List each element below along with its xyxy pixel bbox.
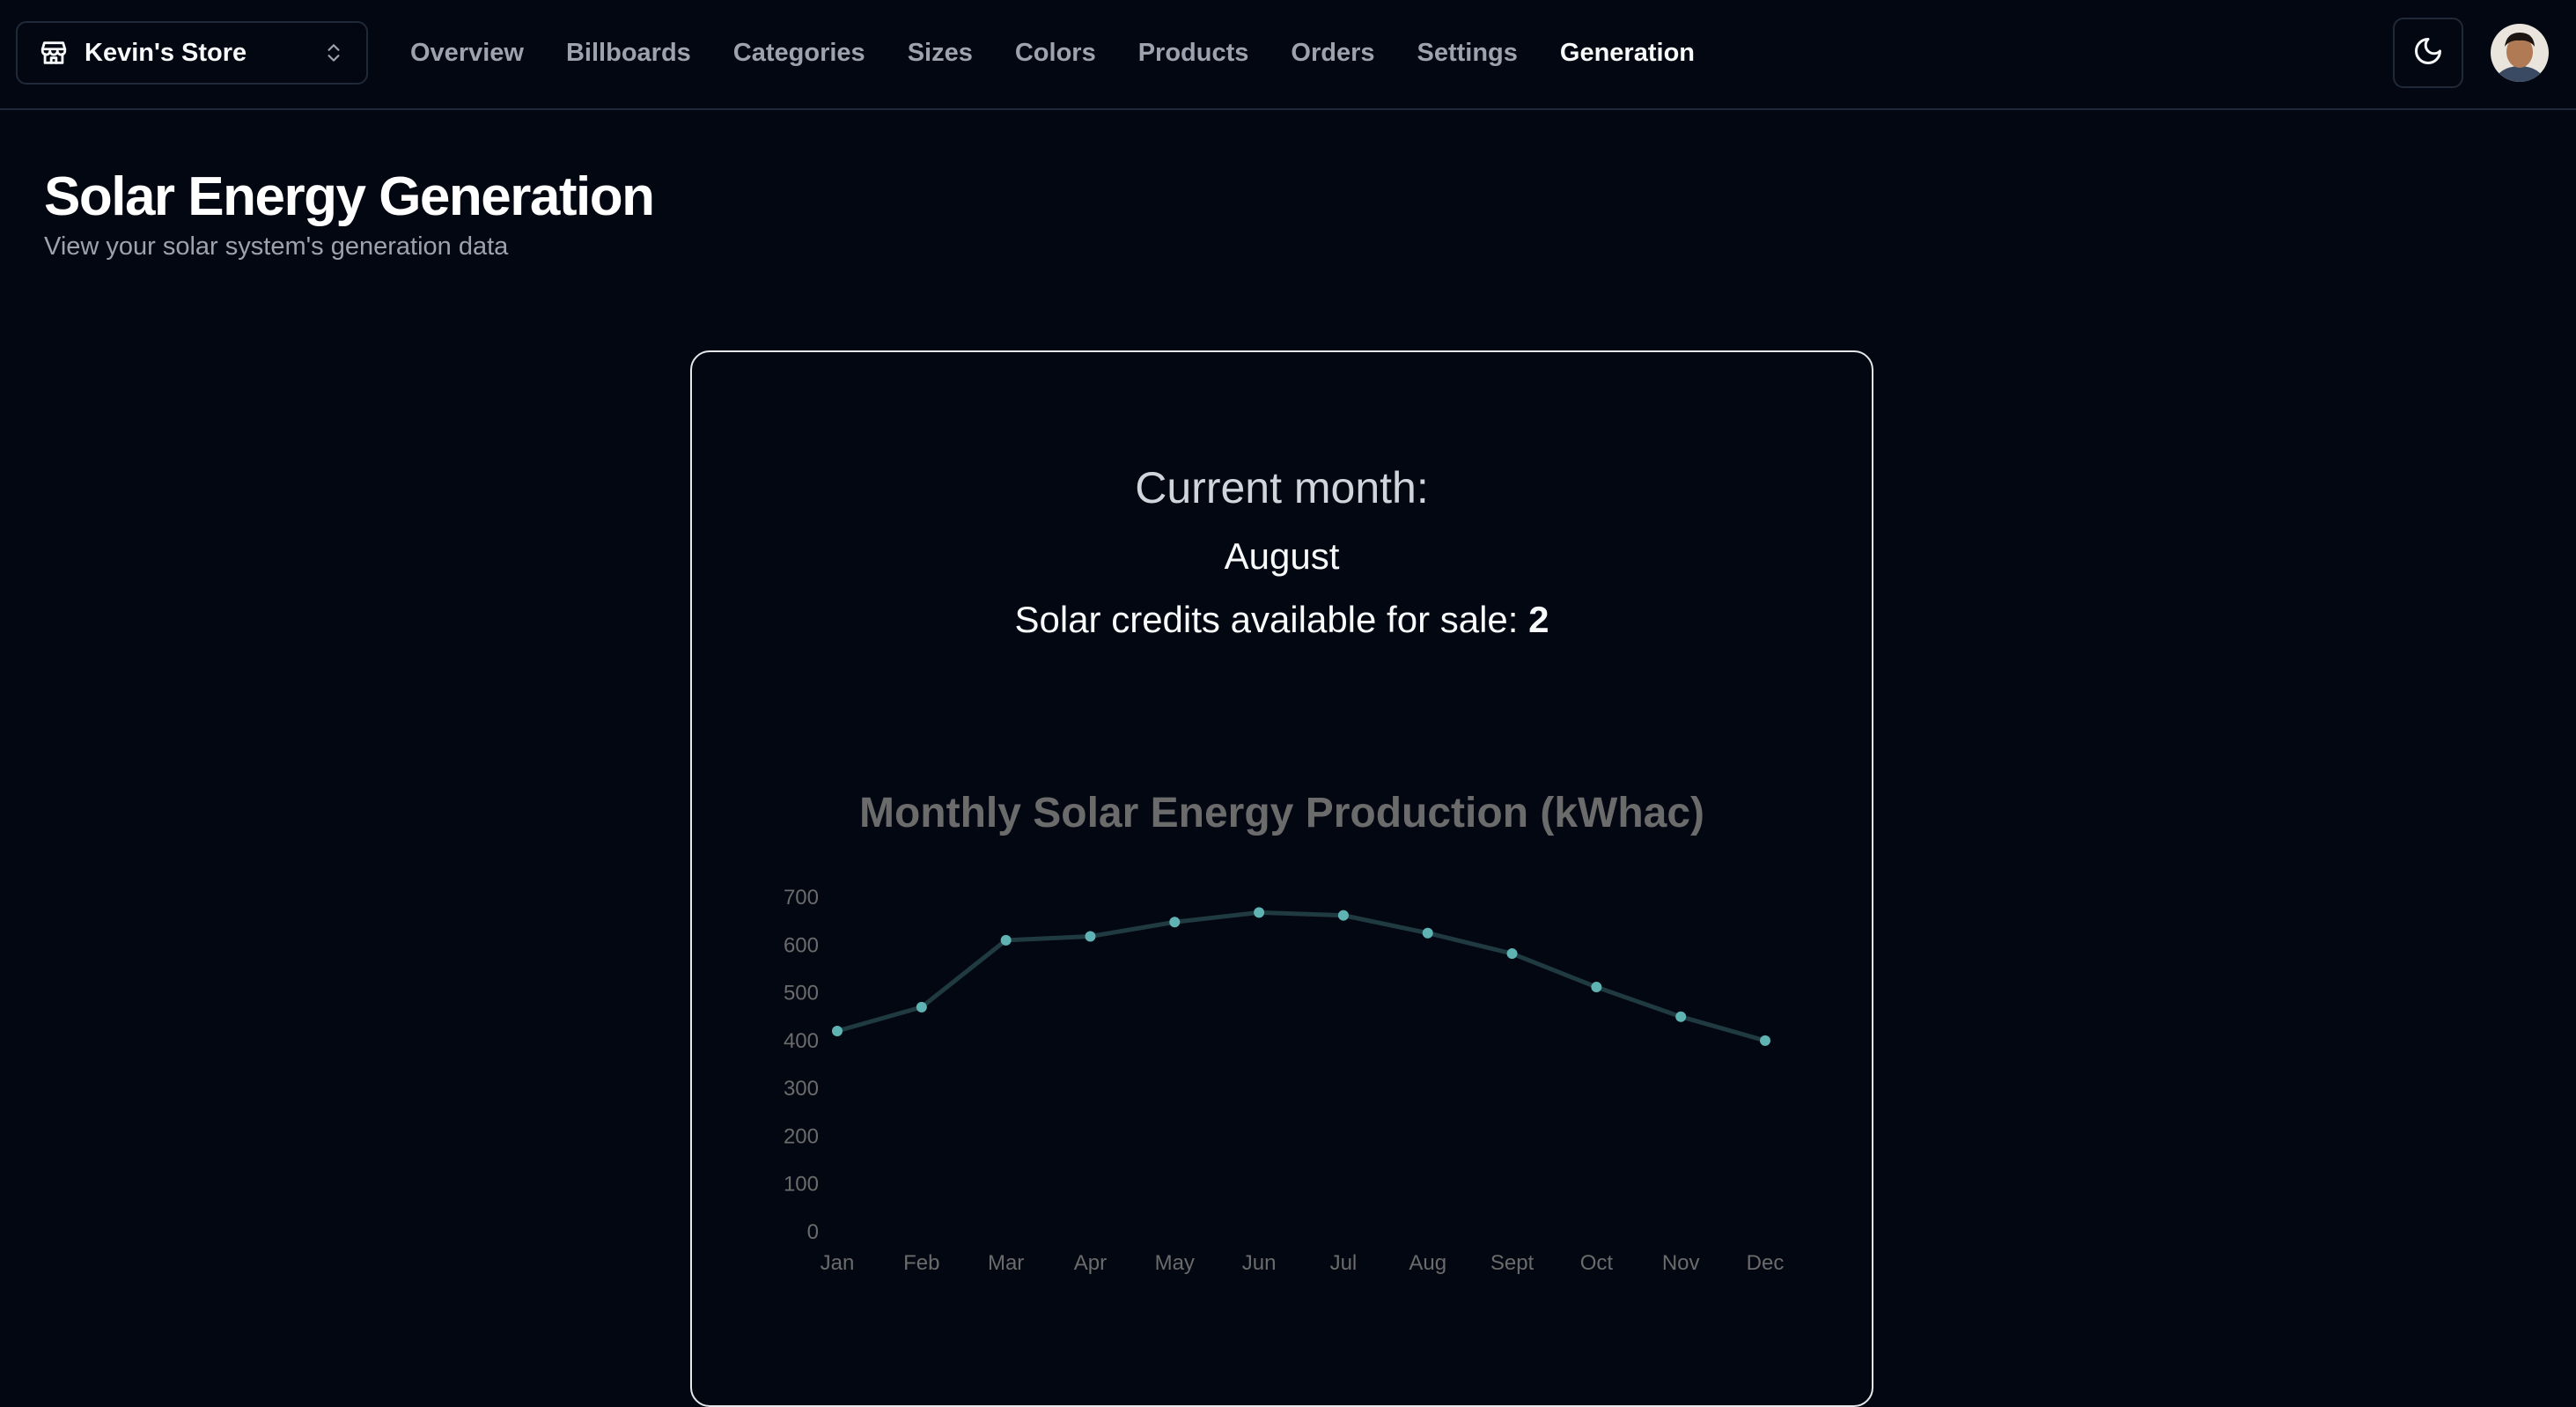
data-point[interactable] <box>832 1026 843 1036</box>
energy-line-chart: 0 100 200 300 400 500 600 700 Jan Feb Mar Apr May Jun… <box>784 886 1785 1275</box>
store-name: Kevin's Store <box>85 38 247 67</box>
top-navbar: Kevin's Store Overview Billboards Catego… <box>0 0 2576 110</box>
y-tick-label: 300 <box>784 1077 819 1101</box>
data-point[interactable] <box>1422 927 1433 939</box>
y-tick-label: 400 <box>784 1029 819 1053</box>
x-tick-label: Dec <box>1747 1251 1785 1275</box>
x-tick-label: Aug <box>1409 1251 1446 1275</box>
page-title: Solar Energy Generation <box>44 166 655 227</box>
y-tick-label: 100 <box>784 1173 819 1197</box>
nav-generation[interactable]: Generation <box>1560 39 1695 68</box>
nav-products[interactable]: Products <box>1138 39 1249 68</box>
data-point[interactable] <box>1254 907 1265 918</box>
nav-overview[interactable]: Overview <box>410 39 524 68</box>
store-switcher[interactable]: Kevin's Store <box>16 21 368 85</box>
x-tick-label: Feb <box>903 1251 939 1275</box>
y-tick-label: 600 <box>784 933 819 957</box>
series-line <box>836 910 1766 1043</box>
x-tick-label: Sept <box>1490 1251 1535 1275</box>
data-point[interactable] <box>1337 910 1349 921</box>
nav-colors[interactable]: Colors <box>1015 39 1096 68</box>
data-point[interactable] <box>1000 934 1012 946</box>
y-tick-label: 0 <box>807 1220 819 1244</box>
data-point[interactable] <box>1085 931 1096 942</box>
nav-orders[interactable]: Orders <box>1291 39 1374 68</box>
y-tick-label: 200 <box>784 1124 819 1148</box>
x-tick-label: Apr <box>1074 1251 1107 1275</box>
page-subtitle: View your solar system's generation data <box>44 232 509 261</box>
nav-sizes[interactable]: Sizes <box>908 39 973 68</box>
nav-categories[interactable]: Categories <box>733 39 865 68</box>
x-tick-label: Oct <box>1580 1251 1614 1275</box>
data-point[interactable] <box>1169 917 1181 928</box>
data-point[interactable] <box>1591 982 1602 993</box>
generation-card: Current month: August Solar credits avai… <box>690 350 1873 1407</box>
data-point[interactable] <box>1760 1035 1770 1046</box>
x-tick-label: Jan <box>821 1251 855 1275</box>
x-tick-label: Mar <box>988 1251 1024 1275</box>
nav-billboards[interactable]: Billboards <box>566 39 691 68</box>
nav-settings[interactable]: Settings <box>1417 39 1518 68</box>
data-point[interactable] <box>916 1001 927 1013</box>
y-tick-label: 700 <box>784 886 819 910</box>
x-tick-label: Jul <box>1330 1251 1358 1275</box>
store-icon <box>39 38 69 68</box>
data-point[interactable] <box>1506 948 1518 960</box>
theme-toggle-button[interactable] <box>2393 18 2463 88</box>
x-tick-label: May <box>1155 1251 1195 1275</box>
user-avatar[interactable] <box>2491 24 2549 82</box>
data-point[interactable] <box>1675 1011 1687 1022</box>
chevrons-up-down-icon <box>322 38 345 68</box>
moon-icon <box>2412 35 2444 71</box>
x-tick-label: Nov <box>1662 1251 1700 1275</box>
main-nav: Overview Billboards Categories Sizes Col… <box>410 0 1737 106</box>
x-tick-label: Jun <box>1242 1251 1277 1275</box>
y-tick-label: 500 <box>784 982 819 1006</box>
